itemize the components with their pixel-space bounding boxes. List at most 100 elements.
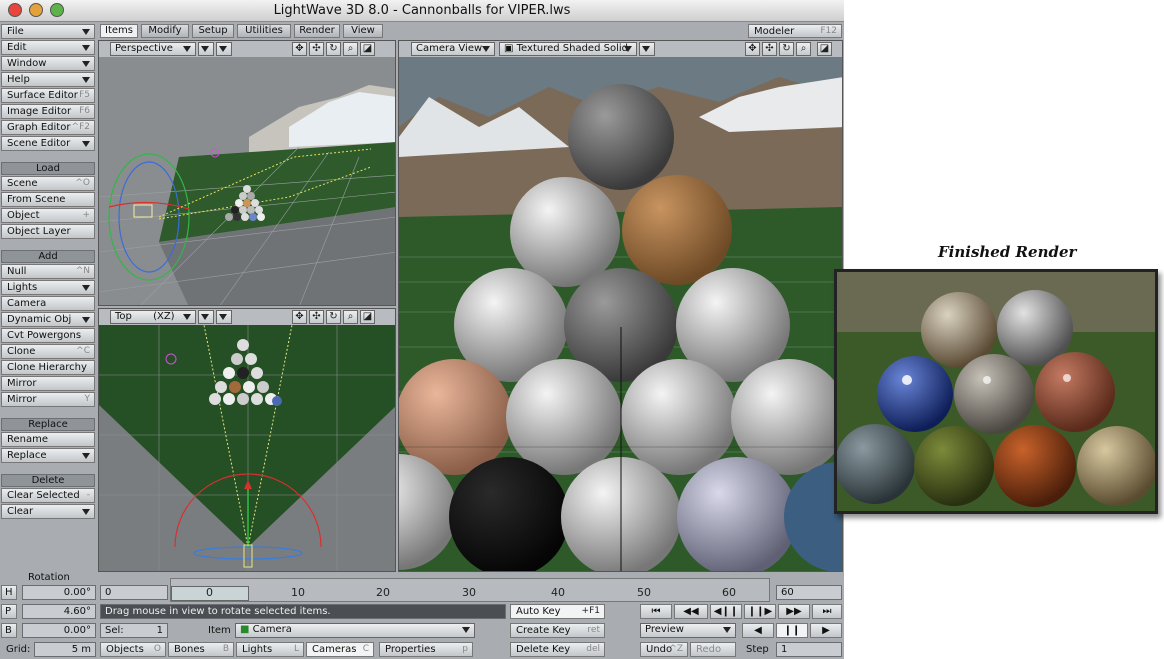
cvt-powergons-button[interactable]: Cvt Powergons xyxy=(1,328,95,343)
render-mode-dropdown[interactable] xyxy=(198,310,214,324)
load-scene-button[interactable]: Scene ^O xyxy=(1,176,95,191)
scene-editor-button[interactable]: Scene Editor xyxy=(1,136,95,151)
shortcut-label: +F1 xyxy=(581,606,600,616)
pan-icon[interactable]: ✣ xyxy=(309,310,324,324)
undo-button[interactable]: Undo ^Z xyxy=(640,642,688,657)
maximize-viewport-icon[interactable]: ◪ xyxy=(360,310,375,324)
next-frame-icon[interactable]: ❙❙▶ xyxy=(744,604,776,619)
image-editor-button[interactable]: Image Editor F6 xyxy=(1,104,95,119)
properties-button[interactable]: Properties p xyxy=(379,642,473,657)
perspective-viewport[interactable]: Perspective ✥ ✣ ↻ ⌕ ◪ xyxy=(98,40,396,306)
top-viewport[interactable]: Top (XZ) ✥ ✣ ↻ ⌕ ◪ xyxy=(98,308,396,572)
button-label: Create Key xyxy=(516,625,571,636)
clone-button[interactable]: Clone ^C xyxy=(1,344,95,359)
first-frame-icon[interactable]: ⏮ xyxy=(640,604,672,619)
menu-label: Edit xyxy=(7,42,27,53)
render-mode-dropdown[interactable] xyxy=(198,42,214,56)
replace-menu[interactable]: Replace xyxy=(1,448,95,463)
rotate-view-icon[interactable]: ↻ xyxy=(779,42,794,56)
button-label: From Scene xyxy=(7,194,66,205)
bank-field[interactable]: 0.00° xyxy=(22,623,96,638)
tab-modify[interactable]: Modify xyxy=(141,24,189,38)
zoom-icon[interactable]: ⌕ xyxy=(343,310,358,324)
display-options-dropdown[interactable] xyxy=(216,42,232,56)
view-type-dropdown[interactable]: Top (XZ) xyxy=(110,310,196,324)
pause-icon[interactable]: ❙❙ xyxy=(776,623,808,638)
chevron-down-icon xyxy=(201,46,209,52)
zoom-icon[interactable]: ⌕ xyxy=(796,42,811,56)
previous-frame-icon[interactable]: ◀❙❙ xyxy=(710,604,742,619)
preview-dropdown[interactable]: Preview xyxy=(640,623,736,638)
auto-key-button[interactable]: Auto Key +F1 xyxy=(510,604,605,619)
tab-view[interactable]: View xyxy=(343,24,383,38)
maximize-viewport-icon[interactable]: ◪ xyxy=(817,42,832,56)
p-channel-button[interactable]: P xyxy=(1,604,17,619)
button-label: Auto Key xyxy=(516,606,561,617)
add-camera-button[interactable]: Camera xyxy=(1,296,95,311)
redo-button[interactable]: Redo xyxy=(690,642,736,657)
load-object-layer-button[interactable]: Object Layer xyxy=(1,224,95,239)
pan-icon[interactable]: ✣ xyxy=(309,42,324,56)
h-channel-button[interactable]: H xyxy=(1,585,17,600)
rename-button[interactable]: Rename xyxy=(1,432,95,447)
tab-items[interactable]: Items xyxy=(100,24,138,38)
load-object-button[interactable]: Object + xyxy=(1,208,95,223)
zoom-icon[interactable]: ⌕ xyxy=(343,42,358,56)
maximize-viewport-icon[interactable]: ◪ xyxy=(360,42,375,56)
view-type-dropdown[interactable]: Perspective xyxy=(110,42,196,56)
button-label: Mirror xyxy=(7,378,37,389)
pitch-field[interactable]: 4.60° xyxy=(22,604,96,619)
graph-editor-button[interactable]: Graph Editor ^F2 xyxy=(1,120,95,135)
step-field[interactable]: 1 xyxy=(776,642,842,657)
start-frame-field[interactable]: 0 xyxy=(100,585,168,600)
last-frame-icon[interactable]: ⏭ xyxy=(812,604,842,619)
move-view-icon[interactable]: ✥ xyxy=(292,42,307,56)
rotate-view-icon[interactable]: ↻ xyxy=(326,42,341,56)
tab-render[interactable]: Render xyxy=(294,24,340,38)
b-channel-button[interactable]: B xyxy=(1,623,17,638)
modeler-button[interactable]: Modeler F12 xyxy=(748,24,842,38)
objects-filter-button[interactable]: Objects O xyxy=(100,642,166,657)
play-reverse-icon[interactable]: ◀ xyxy=(742,623,774,638)
edit-menu[interactable]: Edit xyxy=(1,40,95,55)
add-null-button[interactable]: Null ^N xyxy=(1,264,95,279)
play-forward-icon[interactable]: ▶ xyxy=(810,623,842,638)
surface-editor-button[interactable]: Surface Editor F5 xyxy=(1,88,95,103)
grid-size-field[interactable]: 5 m xyxy=(34,642,96,657)
window-menu[interactable]: Window xyxy=(1,56,95,71)
bones-filter-button[interactable]: Bones B xyxy=(168,642,234,657)
camera-viewport[interactable]: Camera View ▣ Textured Shaded Solid ✥ ✣ … xyxy=(398,40,843,572)
next-key-icon[interactable]: ▶▶ xyxy=(778,604,810,619)
end-frame-field[interactable]: 60 xyxy=(776,585,842,600)
clear-selected-button[interactable]: Clear Selected - xyxy=(1,488,95,503)
move-view-icon[interactable]: ✥ xyxy=(292,310,307,324)
tab-utilities[interactable]: Utilities xyxy=(237,24,291,38)
previous-key-icon[interactable]: ◀◀ xyxy=(674,604,708,619)
heading-field[interactable]: 0.00° xyxy=(22,585,96,600)
mirror-button[interactable]: Mirror xyxy=(1,376,95,391)
file-menu[interactable]: File xyxy=(1,24,95,39)
add-dynamic-obj-menu[interactable]: Dynamic Obj xyxy=(1,312,95,327)
help-menu[interactable]: Help xyxy=(1,72,95,87)
lights-filter-button[interactable]: Lights L xyxy=(236,642,304,657)
rotate-view-icon[interactable]: ↻ xyxy=(326,310,341,324)
render-mode-dropdown[interactable]: ▣ Textured Shaded Solid xyxy=(499,42,637,56)
pan-icon[interactable]: ✣ xyxy=(762,42,777,56)
view-type-dropdown[interactable]: Camera View xyxy=(411,42,495,56)
display-options-dropdown[interactable] xyxy=(216,310,232,324)
button-label: Graph Editor xyxy=(7,122,71,133)
timeline-tick: 40 xyxy=(551,586,565,599)
delete-key-button[interactable]: Delete Key del xyxy=(510,642,605,657)
clone-hierarchy-button[interactable]: Clone Hierarchy xyxy=(1,360,95,375)
item-dropdown[interactable]: ■ Camera xyxy=(235,623,475,638)
tab-setup[interactable]: Setup xyxy=(192,24,234,38)
move-view-icon[interactable]: ✥ xyxy=(745,42,760,56)
load-from-scene-button[interactable]: From Scene xyxy=(1,192,95,207)
clear-menu[interactable]: Clear xyxy=(1,504,95,519)
cameras-filter-button[interactable]: Cameras C xyxy=(306,642,374,657)
display-options-dropdown[interactable] xyxy=(639,42,655,56)
add-lights-menu[interactable]: Lights xyxy=(1,280,95,295)
create-key-button[interactable]: Create Key ret xyxy=(510,623,605,638)
mirror-y-button[interactable]: Mirror Y xyxy=(1,392,95,407)
chevron-down-icon xyxy=(82,29,90,35)
